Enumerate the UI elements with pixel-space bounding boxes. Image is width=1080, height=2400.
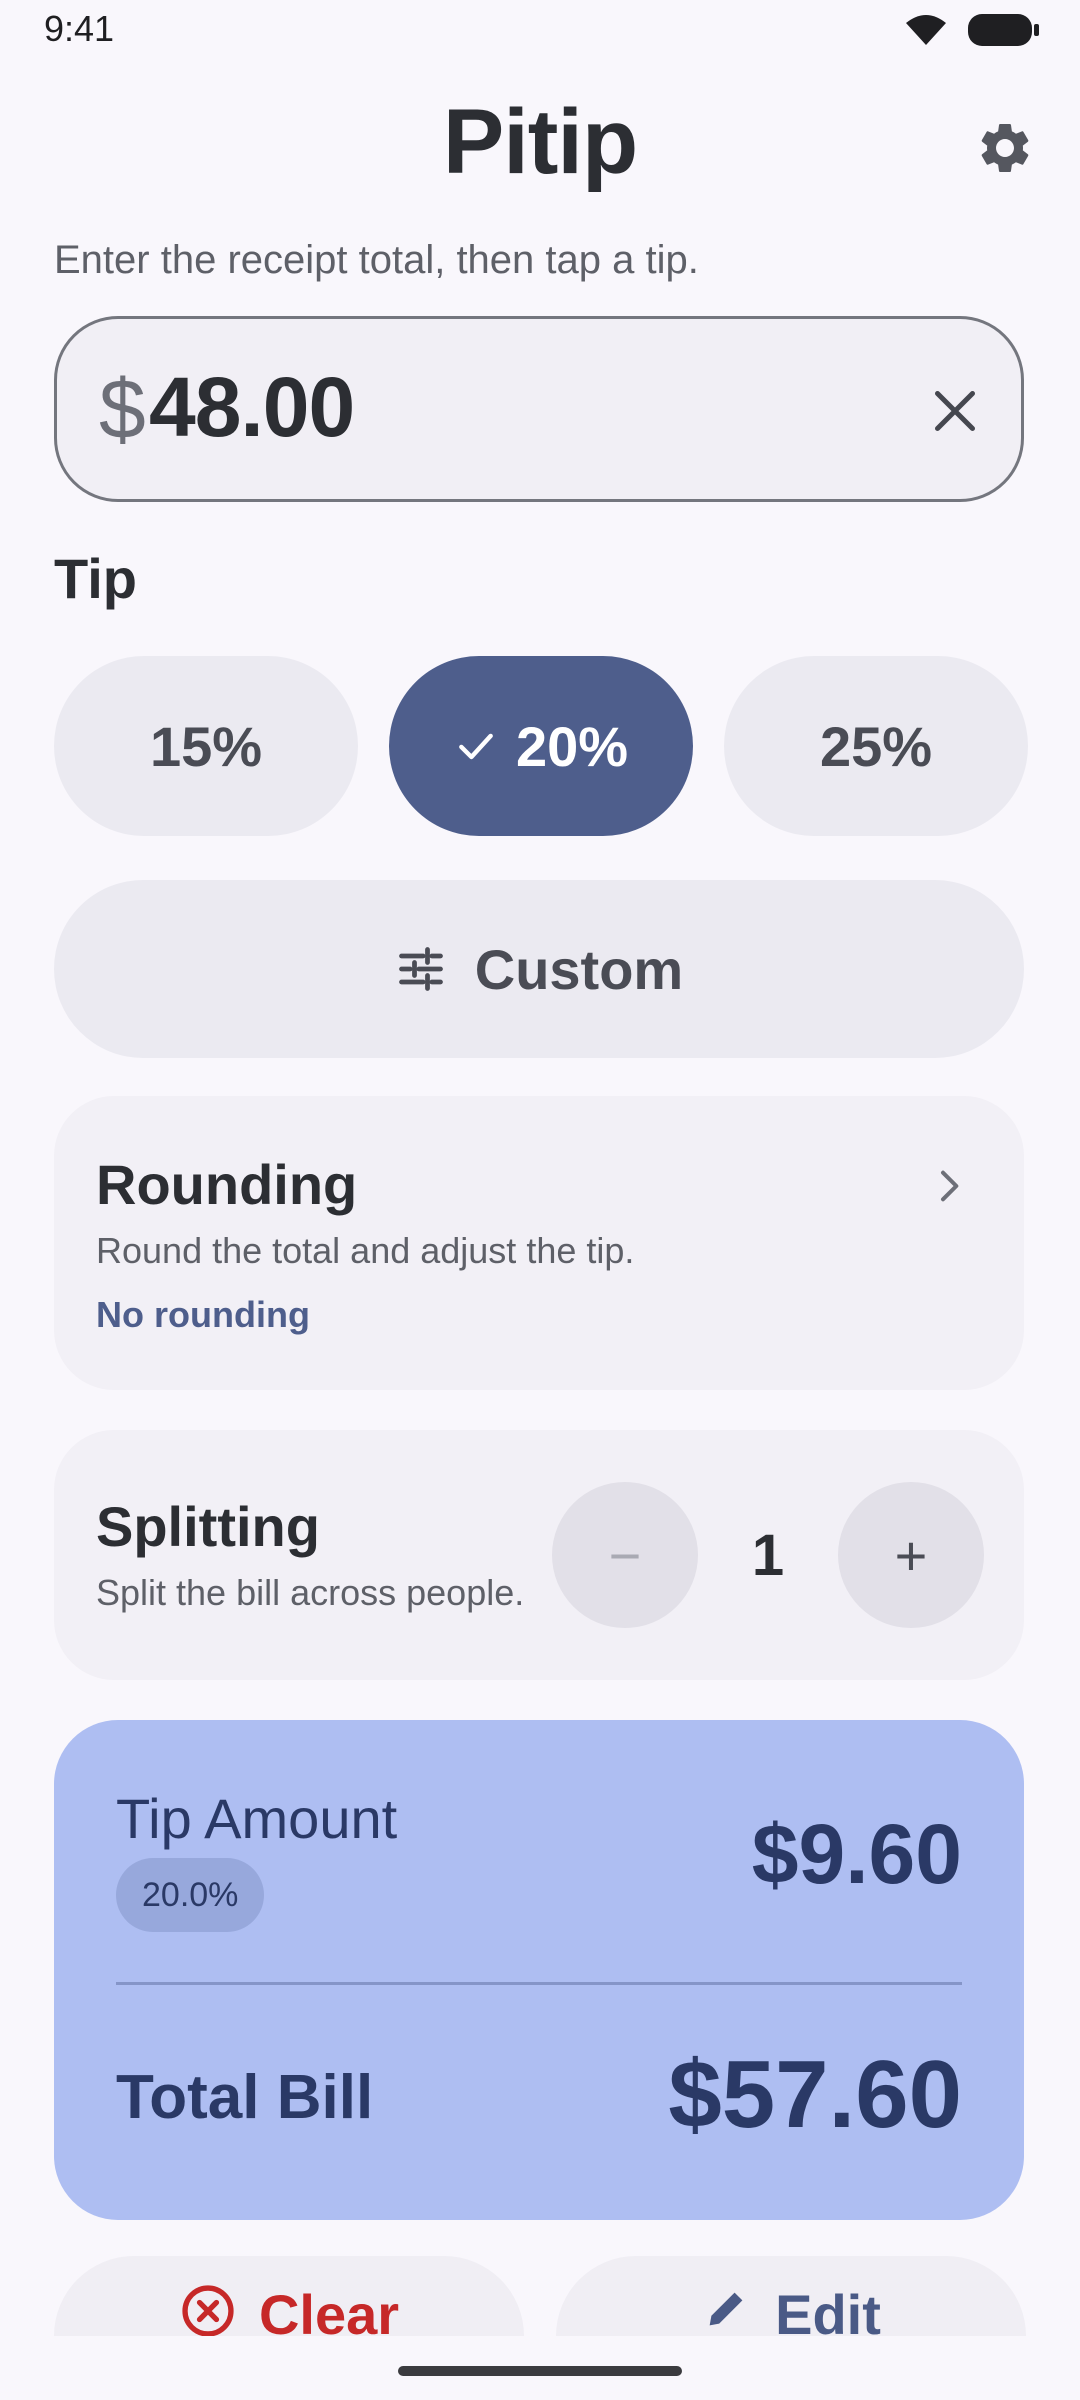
pencil-icon	[709, 2292, 743, 2326]
edit-label: Edit	[775, 2283, 881, 2336]
status-icons	[904, 12, 1040, 48]
tip-amount-label: Tip Amount	[116, 1787, 398, 1850]
tip-option-label: 25%	[819, 714, 933, 778]
cancel-circle-icon	[182, 2285, 234, 2336]
instruction-text: Enter the receipt total, then tap a tip.	[54, 238, 699, 282]
splitting-card: Splitting Split the bill across people. …	[54, 1430, 1024, 1680]
increase-people-button[interactable]: +	[838, 1482, 984, 1628]
tip-heading: Tip	[54, 547, 137, 610]
clear-label: Clear	[258, 2283, 400, 2336]
home-indicator[interactable]	[398, 2366, 682, 2376]
rounding-subtitle: Round the total and adjust the tip.	[96, 1230, 635, 1271]
chevron-right-icon	[941, 1170, 959, 1202]
app-title: Pitip	[442, 91, 638, 193]
total-bill-value: $57.60	[668, 2041, 962, 2148]
clear-button[interactable]: Clear	[54, 2256, 524, 2336]
battery-icon	[968, 14, 1039, 46]
divider	[116, 1982, 962, 1985]
splitting-title: Splitting	[96, 1495, 320, 1558]
rounding-title: Rounding	[96, 1153, 358, 1216]
tip-percent-badge: 20.0%	[116, 1858, 265, 1932]
tip-amount-value: $9.60	[751, 1807, 962, 1901]
splitting-subtitle: Split the bill across people.	[96, 1572, 525, 1613]
people-count: 1	[751, 1523, 785, 1588]
edit-button[interactable]: Edit	[556, 2256, 1026, 2336]
custom-tip-button[interactable]: Custom	[54, 880, 1024, 1058]
check-icon	[459, 733, 493, 760]
close-icon[interactable]	[925, 381, 985, 441]
gear-icon[interactable]	[975, 118, 1035, 178]
tip-option-20[interactable]: 20%	[389, 656, 693, 836]
result-card: Tip Amount 20.0% $9.60 Total Bill $57.60	[54, 1720, 1024, 2220]
currency-symbol: $	[99, 362, 146, 456]
status-bar: 9:41	[0, 0, 1080, 60]
status-time: 9:41	[44, 8, 115, 49]
rounding-card[interactable]: Rounding Round the total and adjust the …	[54, 1096, 1024, 1390]
custom-tip-label: Custom	[474, 937, 684, 1001]
wifi-icon	[906, 15, 946, 45]
decrease-people-button[interactable]: −	[552, 1482, 698, 1628]
total-bill-label: Total Bill	[116, 2063, 374, 2132]
bottom-actions: Clear Edit	[0, 2252, 1080, 2336]
amount-value[interactable]: 48.00	[149, 359, 355, 456]
tip-option-15[interactable]: 15%	[54, 656, 358, 836]
tip-option-label: 15%	[149, 714, 263, 778]
tip-option-label: 20%	[515, 714, 629, 778]
tip-option-25[interactable]: 25%	[724, 656, 1028, 836]
amount-input[interactable]: $ 48.00	[54, 316, 1024, 502]
rounding-value: No rounding	[96, 1294, 310, 1335]
sliders-icon	[398, 947, 443, 991]
